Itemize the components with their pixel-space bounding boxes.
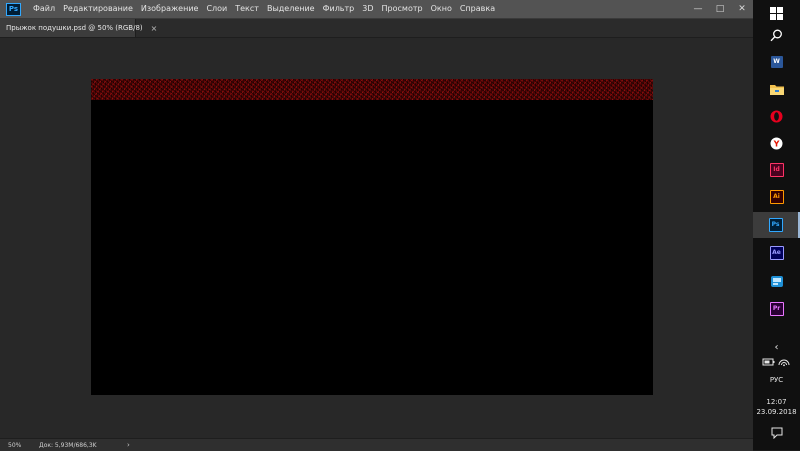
taskbar-app-explorer[interactable] bbox=[753, 76, 800, 102]
canvas-red-noise-strip bbox=[91, 79, 653, 100]
workspace[interactable] bbox=[0, 38, 753, 438]
indesign-icon: Id bbox=[769, 163, 784, 177]
menu-bar: Ps Файл Редактирование Изображение Слои … bbox=[0, 0, 753, 18]
windows-logo-icon bbox=[770, 6, 783, 20]
after-effects-icon: Ae bbox=[769, 246, 784, 260]
photoshop-logo-icon[interactable]: Ps bbox=[6, 2, 21, 16]
word-icon: W bbox=[770, 56, 783, 68]
menu-file[interactable]: Файл bbox=[29, 0, 59, 18]
tray-icons bbox=[753, 352, 800, 372]
document-tab-label: Прыжок подушки.psd @ 50% (RGB/8) bbox=[6, 24, 143, 32]
menu-3d[interactable]: 3D bbox=[358, 0, 377, 18]
taskbar-app-photoshop[interactable]: Ps bbox=[753, 212, 800, 238]
taskbar-app-indesign[interactable]: Id bbox=[753, 157, 800, 183]
opera-icon bbox=[770, 110, 783, 122]
action-center-button[interactable] bbox=[753, 420, 800, 446]
yandex-browser-icon: Y bbox=[770, 137, 783, 149]
show-hidden-icons-button[interactable]: ‹ bbox=[753, 343, 800, 353]
taskbar-app-blue[interactable] bbox=[753, 268, 800, 294]
document-tab[interactable]: Прыжок подушки.psd @ 50% (RGB/8) × bbox=[0, 19, 157, 37]
taskbar-app-opera[interactable] bbox=[753, 103, 800, 129]
yandex-glyph: Y bbox=[773, 139, 780, 148]
document-tab-bar: Прыжок подушки.psd @ 50% (RGB/8) × bbox=[0, 19, 753, 38]
taskbar-app-after-effects[interactable]: Ae bbox=[753, 240, 800, 266]
taskbar-app-word[interactable]: W bbox=[753, 49, 800, 75]
minimize-button[interactable]: — bbox=[687, 0, 709, 18]
battery-icon[interactable] bbox=[762, 358, 775, 366]
menu-view[interactable]: Просмотр bbox=[378, 0, 427, 18]
menu-layers[interactable]: Слои bbox=[202, 0, 231, 18]
close-button[interactable]: ✕ bbox=[731, 0, 753, 18]
menu-select[interactable]: Выделение bbox=[263, 0, 319, 18]
maximize-button[interactable]: □ bbox=[709, 0, 731, 18]
language-indicator[interactable]: РУС bbox=[753, 376, 800, 385]
search-button[interactable] bbox=[753, 22, 800, 48]
premiere-icon: Pr bbox=[769, 302, 784, 316]
menu-image[interactable]: Изображение bbox=[137, 0, 203, 18]
menu-type[interactable]: Текст bbox=[231, 0, 263, 18]
taskbar-app-illustrator[interactable]: Ai bbox=[753, 184, 800, 210]
tab-close-icon[interactable]: × bbox=[151, 24, 158, 33]
menu-window[interactable]: Окно bbox=[427, 0, 456, 18]
search-icon bbox=[770, 29, 782, 41]
menu-help[interactable]: Справка bbox=[456, 0, 499, 18]
menu-filter[interactable]: Фильтр bbox=[319, 0, 359, 18]
clock-date[interactable]: 23.09.2018 bbox=[753, 408, 800, 417]
folder-icon bbox=[769, 85, 784, 95]
document-canvas[interactable] bbox=[91, 79, 653, 395]
document-info: Док: 5,93M/686,3K bbox=[39, 441, 97, 449]
window-controls: — □ ✕ bbox=[687, 0, 753, 18]
zoom-level[interactable]: 50% bbox=[0, 442, 38, 449]
illustrator-icon: Ai bbox=[769, 190, 784, 204]
windows-taskbar: W Y Id Ai Ps Ae Pr ‹ РУС 12:07 23.09.201… bbox=[753, 0, 800, 450]
photoshop-window: Ps Файл Редактирование Изображение Слои … bbox=[0, 0, 753, 451]
wifi-icon[interactable] bbox=[778, 359, 789, 367]
notification-icon bbox=[771, 427, 782, 439]
taskbar-app-yandex[interactable]: Y bbox=[753, 130, 800, 156]
clock-time[interactable]: 12:07 bbox=[753, 398, 800, 407]
tray-status-icons bbox=[762, 358, 789, 367]
status-menu-arrow-icon[interactable]: › bbox=[127, 441, 130, 449]
menu-edit[interactable]: Редактирование bbox=[59, 0, 137, 18]
blue-app-icon bbox=[770, 275, 783, 287]
photoshop-icon: Ps bbox=[768, 218, 783, 232]
taskbar-app-premiere[interactable]: Pr bbox=[753, 296, 800, 322]
status-bar: 50% Док: 5,93M/686,3K › bbox=[0, 438, 753, 451]
